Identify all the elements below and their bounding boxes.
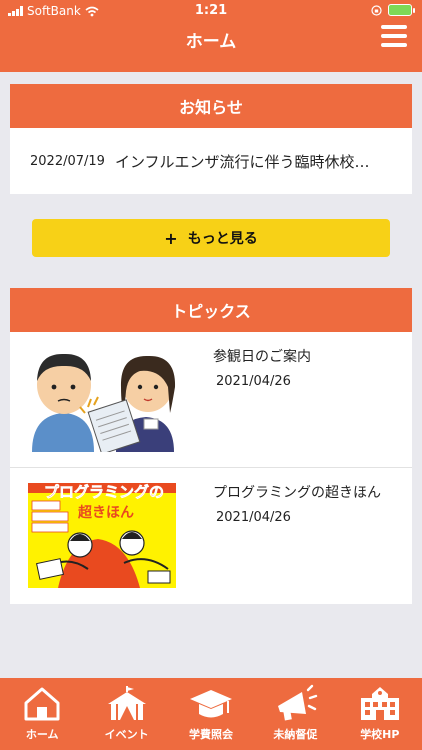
home-icon	[24, 687, 60, 721]
tab-reminder[interactable]: 未納督促	[253, 678, 337, 750]
tab-school-hp[interactable]: 学校HP	[338, 678, 422, 750]
top-bar: SoftBank 1:21 ホーム	[0, 0, 422, 72]
book-cover-image: プログラミングの 超きほん	[28, 483, 176, 588]
more-button[interactable]: + もっと見る	[32, 219, 390, 257]
graduation-cap-icon	[190, 690, 233, 718]
topic-date: 2021/04/26	[216, 374, 291, 389]
book-title-line1: プログラミングの	[44, 483, 164, 501]
topic-date: 2021/04/26	[216, 510, 291, 525]
news-section: お知らせ 2022/07/19 インフルエンザ流行に伴う臨時休校…	[10, 84, 412, 194]
tab-home[interactable]: ホーム	[0, 678, 84, 750]
megaphone-icon	[278, 684, 318, 721]
topics-section: トピックス 参観日のご案内 2021/04/26 プログラミングの 超きほん プ…	[10, 288, 412, 604]
circus-tent-icon	[107, 686, 146, 720]
topic-item[interactable]: プログラミングの 超きほん プログラミングの超きほん 2021/04/26	[10, 468, 412, 604]
news-heading: お知らせ	[10, 84, 412, 128]
book-title-line2: 超きほん	[77, 504, 134, 521]
tab-label: 学費照会	[189, 728, 234, 741]
topic-title: プログラミングの超きほん	[213, 485, 381, 501]
status-time: 1:21	[194, 3, 228, 18]
tab-label: イベント	[104, 728, 149, 741]
bottom-tab-bar: ホーム イベント 学費照会 未納督促 学校HP	[0, 678, 422, 750]
tab-label: ホーム	[25, 728, 59, 741]
plus-icon: +	[164, 228, 178, 248]
parent-visit-illustration	[28, 347, 176, 452]
topic-title: 参観日のご案内	[213, 349, 311, 365]
news-title: インフルエンザ流行に伴う臨時休校…	[114, 152, 370, 171]
status-bar: SoftBank 1:21	[0, 0, 422, 22]
tab-event[interactable]: イベント	[84, 678, 168, 750]
battery-icon	[388, 4, 415, 16]
tab-label: 未納督促	[273, 728, 318, 741]
orientation-lock-icon	[371, 4, 382, 16]
school-building-icon	[360, 687, 399, 720]
page-title: ホーム	[185, 32, 237, 52]
news-date: 2022/07/19	[30, 153, 105, 169]
news-item[interactable]: 2022/07/19 インフルエンザ流行に伴う臨時休校…	[10, 128, 412, 194]
more-button-label: もっと見る	[187, 231, 258, 247]
status-indicators	[371, 4, 415, 16]
tab-tuition[interactable]: 学費照会	[169, 678, 253, 750]
tab-label: 学校HP	[360, 728, 400, 741]
topic-item[interactable]: 参観日のご案内 2021/04/26	[10, 332, 412, 468]
hamburger-menu-icon[interactable]	[381, 25, 407, 47]
topics-heading: トピックス	[10, 288, 412, 332]
